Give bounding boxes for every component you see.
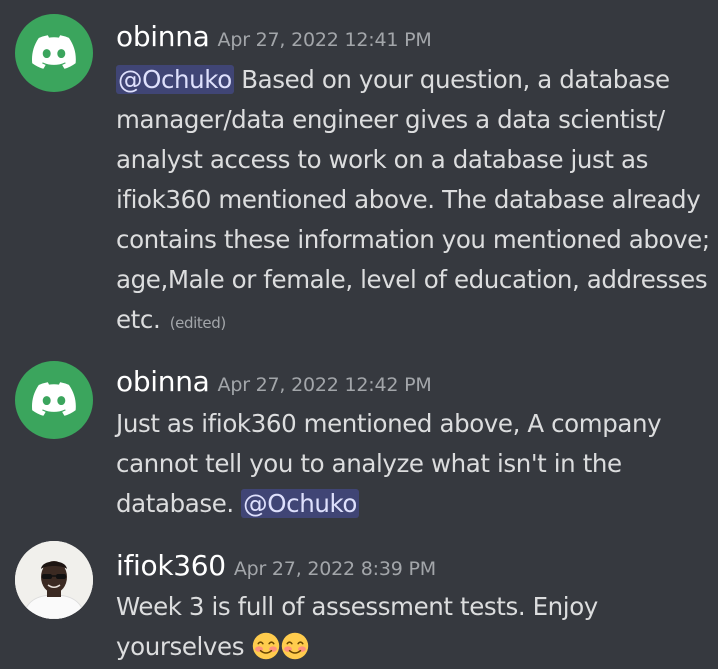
timestamp: Apr 27, 2022 12:41 PM bbox=[217, 29, 432, 51]
user-mention[interactable]: @Ochuko bbox=[241, 489, 359, 518]
message-1: obinna Apr 27, 2022 12:41 PM @Ochuko Base… bbox=[0, 0, 718, 345]
smiling-face-with-smiling-eyes-icon bbox=[253, 632, 280, 660]
avatar[interactable] bbox=[15, 14, 93, 92]
smiling-face-with-smiling-eyes-icon bbox=[282, 632, 309, 660]
message-content: @Ochuko Based on your question, a databa… bbox=[116, 60, 716, 343]
username[interactable]: obinna bbox=[116, 20, 210, 53]
message-text: Based on your question, a database manag… bbox=[116, 65, 710, 334]
discord-logo-icon bbox=[32, 35, 76, 69]
avatar[interactable] bbox=[15, 361, 93, 439]
message-text: Week 3 is full of assessment tests. Enjo… bbox=[116, 592, 598, 661]
message-content: Just as ifiok360 mentioned above, A comp… bbox=[116, 404, 676, 524]
message-header: obinna Apr 27, 2022 12:41 PM bbox=[116, 20, 432, 53]
username[interactable]: ifiok360 bbox=[116, 549, 226, 582]
message-header: obinna Apr 27, 2022 12:42 PM bbox=[116, 365, 432, 398]
user-mention[interactable]: @Ochuko bbox=[116, 65, 234, 94]
message-3: ifiok360 Apr 27, 2022 8:39 PM Week 3 is f… bbox=[0, 535, 718, 669]
edited-label: (edited) bbox=[169, 314, 226, 332]
message-text: Just as ifiok360 mentioned above, A comp… bbox=[116, 409, 662, 518]
user-photo-avatar bbox=[15, 541, 93, 619]
message-2: obinna Apr 27, 2022 12:42 PM Just as ifio… bbox=[0, 345, 718, 535]
username[interactable]: obinna bbox=[116, 365, 210, 398]
timestamp: Apr 27, 2022 8:39 PM bbox=[233, 558, 436, 580]
discord-logo-icon bbox=[32, 382, 76, 416]
avatar[interactable] bbox=[15, 541, 93, 619]
timestamp: Apr 27, 2022 12:42 PM bbox=[217, 374, 432, 396]
message-header: ifiok360 Apr 27, 2022 8:39 PM bbox=[116, 549, 436, 582]
message-content: Week 3 is full of assessment tests. Enjo… bbox=[116, 587, 616, 667]
